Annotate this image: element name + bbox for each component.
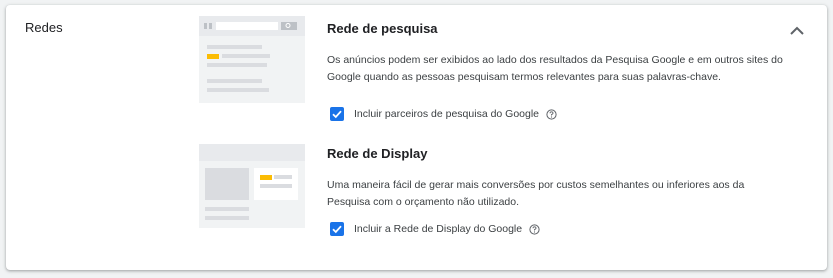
display-network-label: Incluir a Rede de Display do Google [354,223,523,235]
search-network-illustration [199,16,305,103]
check-icon [332,110,342,119]
help-circle-icon[interactable] [546,108,557,120]
search-partners-label: Incluir parceiros de pesquisa do Google [354,108,540,120]
check-icon [332,225,342,234]
search-network-title: Rede de pesquisa [327,21,438,36]
collapse-button[interactable] [785,19,809,43]
section-title: Redes [25,20,63,35]
search-partners-checkbox[interactable] [330,107,344,121]
display-network-description: Uma maneira fácil de gerar mais conversõ… [327,179,745,208]
display-network-checkbox-row[interactable]: Incluir a Rede de Display do Google [330,222,540,236]
search-partners-checkbox-row[interactable]: Incluir parceiros de pesquisa do Google [330,107,557,121]
display-network-title: Rede de Display [327,146,428,161]
display-network-checkbox[interactable] [330,222,344,236]
chevron-up-icon [790,26,804,35]
networks-card: Redes Rede de pesquisa Os anúncios podem… [6,5,827,270]
search-network-description: Os anúncios podem ser exibidos ao lado d… [327,54,783,83]
display-network-illustration [199,144,305,228]
help-circle-icon[interactable] [529,223,540,235]
